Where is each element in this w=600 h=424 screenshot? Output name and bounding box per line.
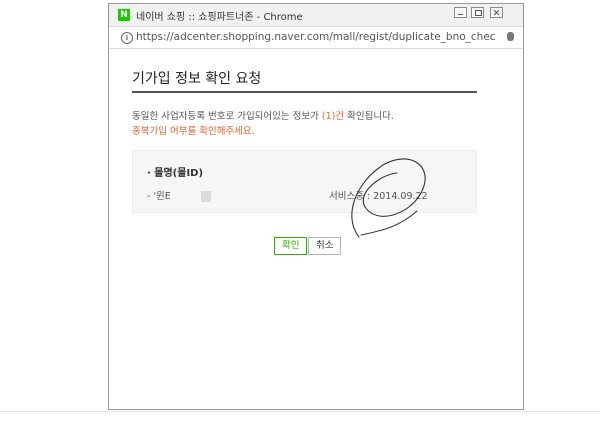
popup-content: 기가입 정보 확인 요청 동일한 사업자등록 번호로 가입되어있는 정보가 (1… [109,49,523,411]
close-button[interactable] [490,7,503,18]
scan-edge-line [0,411,600,412]
window-title: 네이버 쇼핑 :: 쇼핑파트너존 - Chrome [136,12,303,23]
info-icon[interactable]: i [121,32,133,44]
address-bar[interactable]: i https://adcenter.shopping.naver.com/ma… [109,26,523,49]
handwritten-signature [351,158,426,238]
section-heading: · 몰명(몰ID) [147,168,204,179]
key-icon[interactable] [507,32,514,41]
popup-window: N 네이버 쇼핑 :: 쇼핑파트너존 - Chrome i https://ad… [108,3,524,410]
mall-name-row: - '윈E [147,188,211,202]
page-title: 기가입 정보 확인 요청 [132,71,262,87]
title-divider [132,91,477,93]
naver-app-icon: N [118,9,130,21]
maximize-button[interactable] [471,7,484,18]
minimize-button[interactable] [454,7,467,18]
message-count: (1)건 [321,111,345,122]
duplicate-message: 동일한 사업자등록 번호로 가입되어있는 정보가 (1)건 확인됩니다. [132,108,394,122]
duplicate-notice: 중복가입 여부를 확인해주세요. [132,126,255,137]
message-prefix: 동일한 사업자등록 번호로 가입되어있는 정보가 [132,111,322,122]
message-suffix: 확인됩니다. [344,111,394,122]
redaction-block [200,191,211,202]
url-text[interactable]: https://adcenter.shopping.naver.com/mall… [136,31,496,43]
mall-name: - '윈E [147,191,171,202]
title-bar[interactable]: N 네이버 쇼핑 :: 쇼핑파트너존 - Chrome [109,4,523,26]
confirm-button[interactable]: 확인 [274,237,308,255]
